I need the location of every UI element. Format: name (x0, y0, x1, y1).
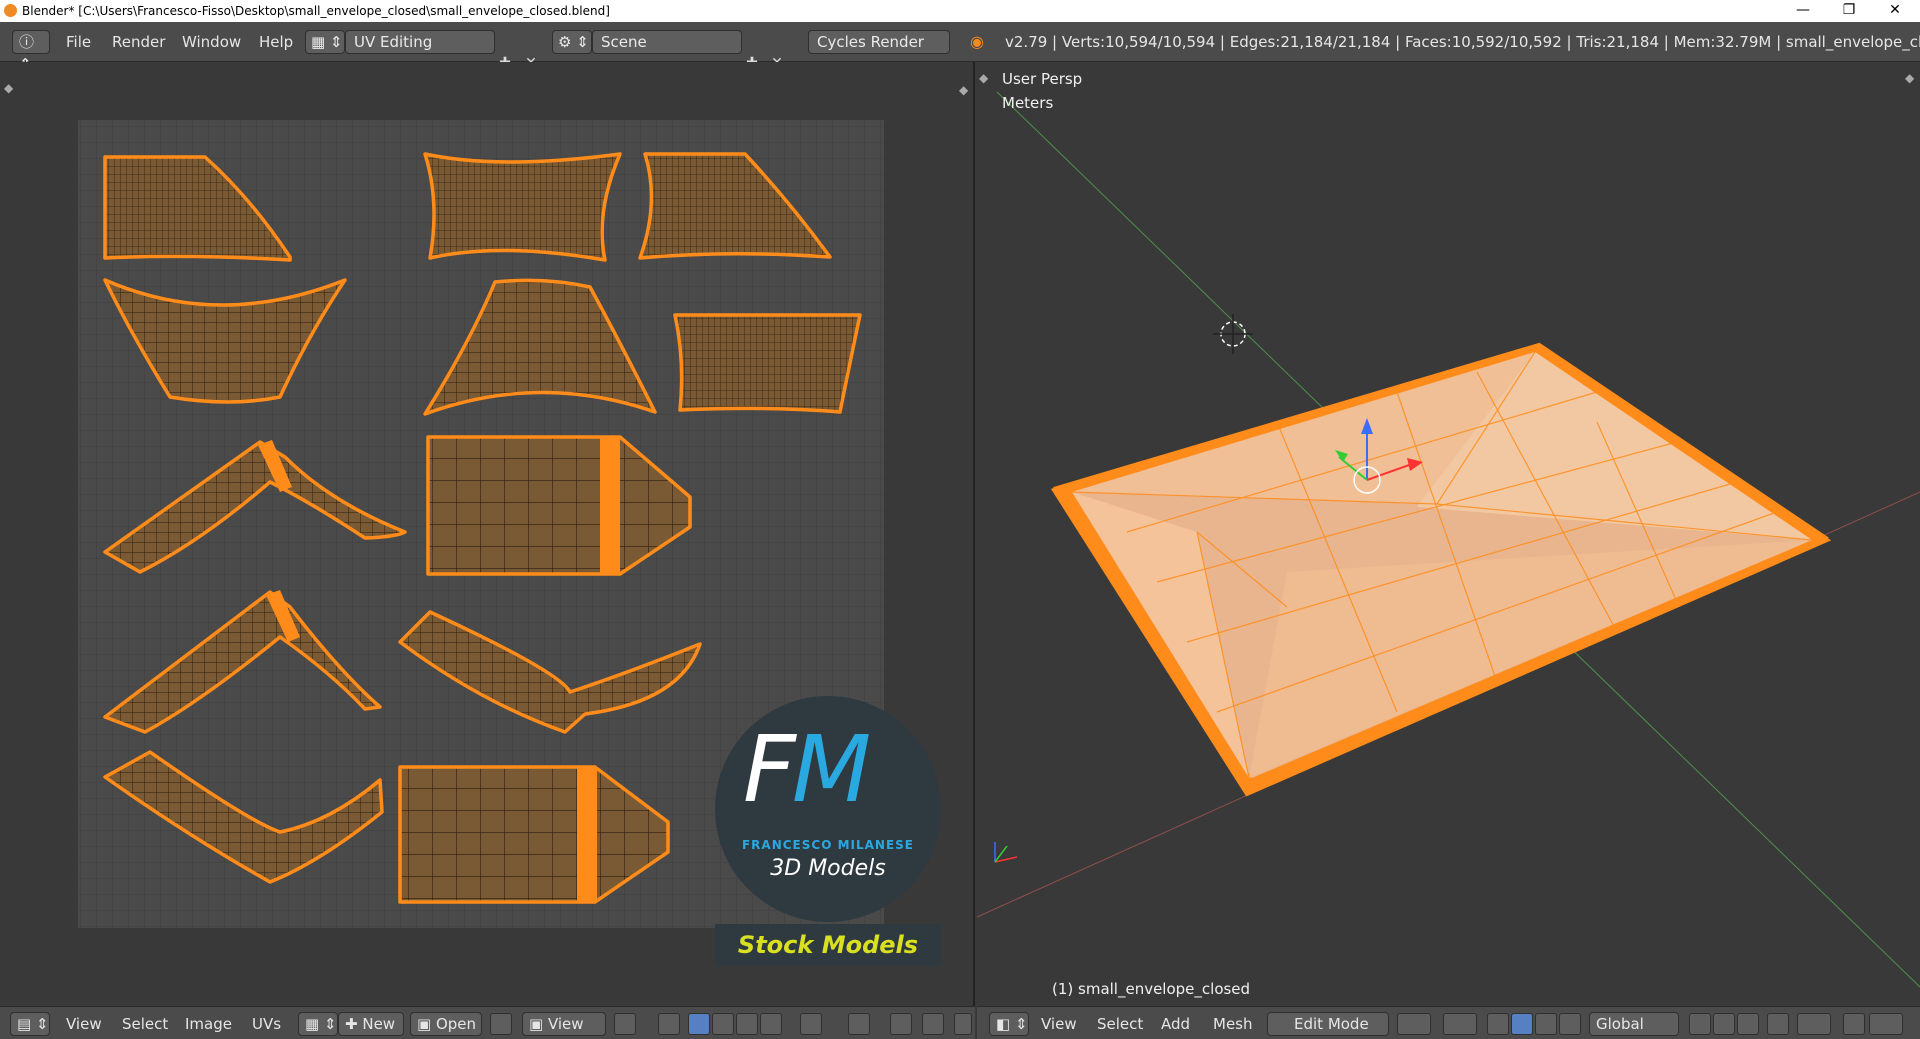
envelope-mesh (1050, 342, 1832, 797)
menu-3d-mesh[interactable]: Mesh (1213, 1015, 1253, 1033)
region-toggle-icon: ◆ (979, 71, 989, 85)
region-toggle-icon: ◆ (4, 81, 14, 95)
snap-target-icon[interactable] (922, 1013, 944, 1035)
vertex-select-icon[interactable] (688, 1013, 710, 1035)
menu-uvs[interactable]: UVs (252, 1015, 281, 1033)
edge-select-mode-icon[interactable] (1713, 1013, 1735, 1035)
face-select-icon[interactable] (736, 1013, 758, 1035)
axis-gizmo-icon (994, 842, 1018, 863)
proportional-edit-icon[interactable] (848, 1013, 870, 1035)
pin-icon[interactable] (490, 1013, 512, 1035)
limit-selection-icon[interactable] (1767, 1013, 1789, 1035)
rotate-manipulator-icon[interactable] (1535, 1013, 1557, 1035)
restore-button[interactable]: ❐ (1826, 0, 1872, 22)
image-browse-icon[interactable]: ▦ ⇕ (298, 1012, 338, 1036)
blender-logo-icon (4, 4, 17, 17)
blender-logo-icon: ◉ (970, 32, 984, 51)
watermark: FM FRANCESCO MILANESE 3D Models Stock Mo… (715, 696, 945, 966)
snap-element-icon[interactable] (1843, 1013, 1865, 1035)
units-label: Meters (1002, 94, 1054, 112)
open-image-button[interactable]: ▣ Open (410, 1012, 482, 1036)
mode-select[interactable]: Edit Mode (1267, 1012, 1389, 1036)
scene-field[interactable]: Scene (592, 30, 742, 54)
window-titlebar: Blender* [C:\Users\Francesco-Fisso\Deskt… (0, 0, 1920, 22)
open-image-label: Open (435, 1015, 477, 1033)
uv-seam-strip (600, 437, 620, 574)
screen-layout-icon[interactable]: ▦ ⇕ (305, 30, 345, 54)
mask-icon[interactable] (954, 1013, 972, 1035)
watermark-badge: Stock Models (715, 924, 941, 966)
view-persp-label: User Persp (1002, 70, 1083, 88)
new-image-button[interactable]: ✚ New (338, 1012, 404, 1036)
viewport-canvas[interactable]: ◆ ◆ (977, 62, 1920, 1006)
editor-type-uv-button[interactable]: ▤ ⇕ (10, 1012, 50, 1036)
minimize-button[interactable]: — (1780, 0, 1826, 22)
uv-image-editor[interactable]: ◆ ◆ FM FRANCESCO MILANESE 3D Models Stoc… (0, 62, 975, 1006)
view-mode-label: View (547, 1015, 584, 1033)
watermark-name: FRANCESCO MILANESE (741, 838, 915, 852)
manipulator-toggle-icon[interactable] (1487, 1013, 1509, 1035)
scale-manipulator-icon[interactable] (1559, 1013, 1581, 1035)
editor-type-3d-button[interactable]: ◧ ⇕ (989, 1012, 1029, 1036)
screen-layout-field[interactable]: UV Editing (345, 30, 495, 54)
menu-render[interactable]: Render (112, 33, 165, 51)
snap-icon[interactable] (890, 1013, 912, 1035)
translate-manipulator-icon[interactable] (1511, 1013, 1533, 1035)
sync-selection-icon[interactable] (658, 1013, 680, 1035)
transform-orientation-select[interactable]: Global (1589, 1012, 1679, 1036)
vertex-select-mode-icon[interactable] (1689, 1013, 1711, 1035)
render-engine-select[interactable]: Cycles Render (808, 30, 950, 54)
island-select-icon[interactable] (760, 1013, 782, 1035)
menu-file[interactable]: File (66, 33, 91, 51)
window-title: Blender* [C:\Users\Francesco-Fisso\Deskt… (22, 4, 610, 18)
3d-cursor-icon (1213, 314, 1253, 354)
sticky-mode-icon[interactable] (800, 1013, 822, 1035)
uv-island (673, 313, 862, 414)
watermark-subtitle: 3D Models (770, 856, 886, 881)
viewport-shading-icon[interactable] (1397, 1013, 1431, 1035)
region-toggle-icon: ◆ (959, 83, 969, 97)
menu-uv-view[interactable]: View (66, 1015, 102, 1033)
active-object-label: (1) small_envelope_closed (1052, 980, 1251, 998)
uv-editor-header: ▤ ⇕ View Select Image UVs ▦ ⇕ ✚ New ▣ Op… (0, 1006, 975, 1039)
edge-select-icon[interactable] (712, 1013, 734, 1035)
watermark-initials: FM (743, 716, 871, 823)
pivot-icon[interactable] (614, 1013, 636, 1035)
3d-viewport[interactable]: ◆ ◆ User Persp Meters (1) small_envelope… (977, 62, 1920, 1006)
menu-3d-view[interactable]: View (1041, 1015, 1077, 1033)
region-toggle-icon: ◆ (1905, 71, 1915, 85)
proportional-editing-icon[interactable] (1797, 1013, 1831, 1035)
scene-stats: v2.79 | Verts:10,594/10,594 | Edges:21,1… (1005, 33, 1920, 51)
view-mode-select[interactable]: ▣ View (522, 1012, 606, 1036)
info-header: ⓘ ⇕ File Render Window Help ▦ ⇕ UV Editi… (0, 22, 1920, 73)
editor-type-info-button[interactable]: ⓘ ⇕ (12, 30, 50, 73)
menu-3d-select[interactable]: Select (1097, 1015, 1143, 1033)
uv-island (423, 152, 622, 262)
uv-seam-strip (577, 767, 597, 902)
viewport-header: ◧ ⇕ View Select Add Mesh Edit Mode Globa… (977, 1006, 1920, 1039)
new-image-label: New (362, 1015, 396, 1033)
menu-window[interactable]: Window (182, 33, 241, 51)
menu-uv-select[interactable]: Select (122, 1015, 168, 1033)
scene-icon[interactable]: ⚙ ⇕ (552, 30, 592, 54)
close-window-button[interactable]: ✕ (1872, 0, 1918, 22)
menu-3d-add[interactable]: Add (1161, 1015, 1190, 1033)
watermark-logo: FM (743, 724, 871, 816)
pivot-point-icon[interactable] (1443, 1013, 1477, 1035)
menu-uv-image[interactable]: Image (185, 1015, 232, 1033)
snap-mode-icon[interactable] (1869, 1013, 1903, 1035)
menu-help[interactable]: Help (259, 33, 293, 51)
face-select-mode-icon[interactable] (1737, 1013, 1759, 1035)
